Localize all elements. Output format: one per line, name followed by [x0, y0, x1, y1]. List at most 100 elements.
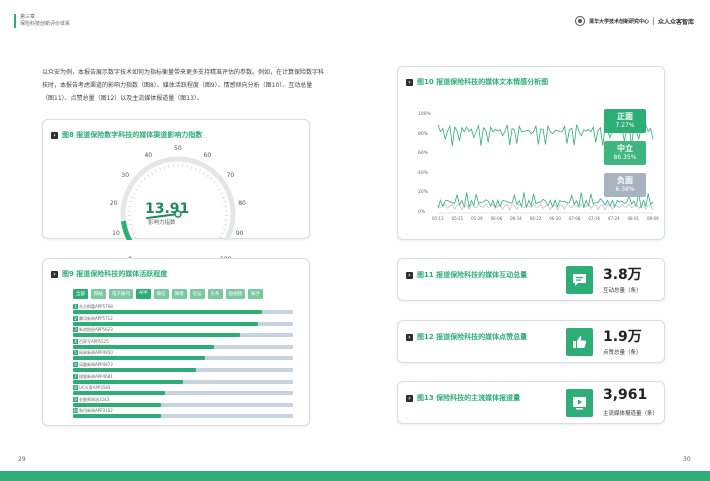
gauge-minor-tick — [220, 192, 224, 195]
bar-row: 6 凤凰新闻APP4873 — [73, 361, 293, 374]
gauge-minor-tick — [130, 196, 134, 199]
bar-fill — [73, 344, 214, 349]
rank-badge: 7 — [73, 373, 78, 379]
fig11-title: 图11 报道保险科技的媒体互动总量 — [417, 271, 528, 279]
fig11-title-row: › 图11 报道保险科技的媒体互动总量 — [406, 270, 527, 280]
x-tick-label: 06-30 — [549, 216, 561, 221]
fig12-card: › 图12 报道保险科技的媒体点赞总量 1.9万 点赞总量（条） — [397, 320, 665, 363]
fig11-card: › 图11 报道保险科技的媒体互动总量 3.8万 互动总量（条） — [397, 258, 665, 301]
bar-track — [73, 321, 293, 326]
media-type-tab[interactable]: 短视频 — [225, 289, 246, 299]
chapter-header: 第三章 保险科技创新评价体系 — [14, 14, 70, 28]
x-tick-label: 06-22 — [529, 216, 542, 221]
rank-badge: 5 — [73, 350, 78, 356]
media-name: 和讯新闻APP3162 — [79, 408, 113, 414]
gauge-minor-tick — [168, 164, 170, 168]
fig12-title: 图12 报道保险科技的媒体点赞总量 — [417, 333, 528, 341]
fig8-title: 图8 报道保险数字科技的媒体渠道影响力指数 — [62, 131, 203, 139]
media-name: 凤凰新闻APP4873 — [79, 361, 113, 367]
gauge-tick-label: 40 — [144, 152, 153, 160]
media-name: 东方财富APP5708 — [79, 304, 113, 309]
gauge-minor-tick — [213, 180, 216, 184]
bar-row: 2 腾讯新闻APP5712 — [73, 315, 293, 328]
gauge-minor-tick — [140, 180, 143, 184]
bar-label: 10和讯新闻APP3162 — [73, 408, 113, 414]
y-tick-label: 20% — [418, 190, 429, 196]
bar-row: 8 UC头条APP3583 — [73, 385, 293, 397]
x-tick-label: 05-13 — [432, 216, 444, 221]
x-tick-label: 07-08 — [568, 216, 581, 221]
gauge-minor-tick — [186, 164, 188, 168]
bar-track — [73, 367, 293, 372]
gauge-value: 13.91 — [145, 201, 190, 217]
chevron-right-icon: › — [406, 271, 413, 279]
y-tick-label: 60% — [418, 151, 429, 157]
media-type-tab[interactable]: 微博 — [171, 289, 187, 299]
media-type-tab[interactable]: 全部 — [73, 289, 88, 299]
bar-row: 9 金融界网站3243 — [73, 396, 293, 409]
report-unit: 主流媒体报道量（条） — [603, 411, 659, 417]
gauge-minor-tick — [221, 232, 225, 235]
page-number-left: 29 — [18, 456, 26, 463]
x-tick-label: 05-29 — [471, 216, 483, 221]
gauge-arcs — [120, 156, 236, 240]
positive-value: 7.27% — [615, 122, 635, 129]
gauge-tick-label: 10 — [112, 230, 120, 238]
bar-fill — [73, 402, 161, 407]
gauge-minor-tick — [150, 171, 154, 175]
x-tick-label: 08-09 — [647, 216, 659, 221]
fig9-title: 图9 报道保险科技的媒体活跃程度 — [62, 270, 168, 278]
bar-row: 3 新浪财经APP5623 — [73, 327, 293, 339]
fig10-card: › 图10 报道保险科技的媒体文本情感分析图 100% 80% 60% 40% 20% 0… — [397, 66, 665, 240]
university-seal-icon — [574, 16, 585, 26]
bar-track — [73, 391, 293, 396]
bar-row: 4 百家号APP5525 — [73, 338, 293, 351]
gauge-minor-tick — [134, 236, 137, 239]
media-type-tab[interactable]: 论坛 — [189, 289, 205, 299]
bar-label: 2 腾讯新闻APP5712 — [73, 315, 113, 321]
bar-track — [73, 344, 293, 349]
fig9-card: › 图9 报道保险科技的媒体活跃程度 全部 网站 电子报刊 APP 微信 微博 论坛 头条 短视… — [42, 258, 310, 426]
media-type-tab[interactable]: APP — [136, 289, 151, 299]
gauge-tick-label: 80 — [238, 199, 246, 207]
gauge-fill — [120, 220, 133, 240]
bar-label: 4 百家号APP5525 — [73, 338, 109, 344]
media-type-tab[interactable]: 网站 — [91, 289, 106, 299]
fig12-title-row: › 图12 报道保险科技的媒体点赞总量 — [406, 332, 527, 342]
bar-fill — [73, 321, 258, 326]
rank-badge: 4 — [73, 338, 78, 344]
gauge-minor-tick — [163, 165, 166, 169]
gauge-minor-tick — [223, 201, 227, 203]
logo-divider — [652, 17, 654, 25]
media-type-tabs: 全部 网站 电子报刊 APP 微信 微博 论坛 头条 短视频 知乎 — [73, 289, 264, 299]
bar-track — [73, 414, 293, 419]
y-tick-label: 100% — [418, 112, 431, 117]
fig8-card: › 图8 报道保险数字科技的媒体渠道影响力指数 0102030405060708… — [42, 119, 310, 263]
bar-track — [73, 356, 293, 361]
gauge-tick-label: 30 — [121, 171, 130, 179]
logo-brand: 众人众客智库 — [657, 18, 694, 26]
bar-fill — [73, 367, 197, 372]
bar-label: 6 凤凰新闻APP4873 — [73, 361, 113, 367]
negative-box: 负面 6.38% — [604, 173, 646, 197]
report-total: 3,961 — [603, 387, 648, 403]
media-type-tab[interactable]: 头条 — [207, 289, 223, 299]
bar-fill — [73, 414, 161, 419]
bar-label: 7 搜狐新闻APP4681 — [73, 373, 113, 379]
rank-badge: 3 — [73, 327, 78, 333]
fig9-title-row: › 图9 报道保险科技的媒体活跃程度 — [51, 269, 167, 279]
media-type-tab[interactable]: 微信 — [153, 289, 169, 299]
y-tick-label: 80% — [418, 131, 429, 137]
chat-icon — [566, 266, 593, 294]
bar-row: 5 网易新闻APP4950 — [73, 350, 293, 362]
media-name: 金融界网站3243 — [79, 396, 110, 402]
like-unit: 点赞总量（条） — [603, 350, 642, 356]
media-type-tab[interactable]: 电子报刊 — [109, 289, 133, 299]
bar-fill — [73, 333, 241, 338]
thumbs-up-icon — [566, 328, 593, 356]
bar-row: 10和讯新闻APP3162 — [73, 408, 293, 420]
negative-label: 负面 — [617, 176, 633, 185]
video-icon — [566, 389, 593, 417]
media-type-tab[interactable]: 知乎 — [248, 289, 264, 299]
media-name: 百家号APP5525 — [79, 338, 109, 344]
